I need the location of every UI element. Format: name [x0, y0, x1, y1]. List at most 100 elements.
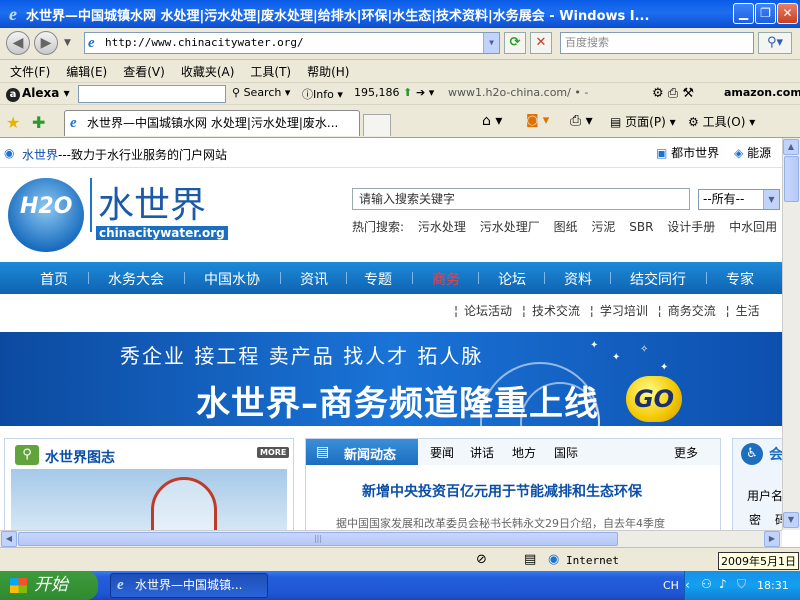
menu-file[interactable]: 文件(F) [10, 63, 50, 80]
alexa-related-button[interactable]: ➔ ▾ [416, 86, 434, 99]
menu-favorites[interactable]: 收藏夹(A) [181, 63, 235, 80]
subnav-item[interactable]: 生活 [736, 304, 760, 318]
start-button[interactable]: 开始 [0, 571, 98, 600]
news-headline[interactable]: 新增中央投资百亿元用于节能减排和生态环保 [362, 481, 642, 501]
add-favorite-icon[interactable]: ✚ [32, 113, 45, 132]
alexa-brand[interactable]: a Alexa ▾ [6, 86, 70, 102]
maximize-button[interactable]: ❐ [755, 3, 776, 24]
forward-button[interactable]: ▶ [34, 31, 58, 55]
menu-tools[interactable]: 工具(T) [250, 63, 291, 80]
subnav-item[interactable]: 技术交流 [532, 304, 580, 318]
scroll-right-icon[interactable]: ▶ [764, 531, 780, 547]
menu-edit[interactable]: 编辑(E) [66, 63, 107, 80]
history-dropdown-icon[interactable]: ▼ [64, 38, 71, 48]
alexa-tool-icons[interactable]: ⚙ ⎙ ⚒ [652, 86, 694, 101]
news-tab[interactable]: 国际 [554, 444, 578, 461]
web-search-input[interactable]: 百度搜索 [560, 32, 754, 54]
alexa-related-link[interactable]: www1.h2o-china.com/ • - [448, 86, 588, 99]
hot-term[interactable]: 污水处理厂 [480, 220, 540, 234]
logo-h2o: H2O [20, 194, 73, 219]
security-icon[interactable]: ▤ [524, 552, 536, 567]
hot-term[interactable]: 设计手册 [667, 220, 715, 234]
minimize-button[interactable]: ▁ [733, 3, 754, 24]
nav-network[interactable]: 结交同行 [630, 269, 686, 289]
scroll-left-icon[interactable]: ◀ [1, 531, 17, 547]
nav-topics[interactable]: 专题 [364, 269, 392, 289]
stop-button[interactable]: ✕ [530, 32, 552, 54]
close-button[interactable]: ✕ [777, 3, 798, 24]
top-link-energy[interactable]: ◈ 能源 [734, 144, 771, 161]
tab-active[interactable]: e 水世界—中国城镇水网 水处理|污水处理|废水... [64, 110, 360, 136]
new-tab-button[interactable] [363, 114, 391, 136]
page-menu[interactable]: ▤ 页面(P) ▾ [610, 113, 676, 130]
hot-term[interactable]: SBR [629, 220, 653, 234]
tv-icon: ▣ [656, 146, 668, 160]
alexa-search-button[interactable]: ⚲ Search ▾ [232, 86, 290, 99]
home-icon[interactable]: ⌂ ▾ [482, 113, 502, 129]
alexa-rank-value: 195,186 [354, 86, 400, 99]
nav-resources[interactable]: 资料 [564, 269, 592, 289]
site-brand[interactable]: 水世界 [22, 148, 58, 162]
gallery-magnifier-icon: ⚲ [15, 445, 39, 465]
alexa-search-input[interactable] [78, 85, 226, 103]
favorites-star-icon[interactable]: ★ [6, 113, 20, 132]
hot-term[interactable]: 中水回用 [729, 220, 777, 234]
amazon-link[interactable]: amazon.com. [724, 86, 800, 99]
url-dropdown-icon[interactable]: ▼ [483, 33, 499, 53]
nav-home[interactable]: 首页 [40, 269, 68, 289]
alexa-info-button[interactable]: ⓘInfo ▾ [302, 86, 343, 102]
gallery-more-button[interactable]: MORE [257, 447, 290, 458]
print-button-icon[interactable]: ⎙ ▾ [570, 113, 593, 129]
subnav-item[interactable]: 论坛活动 [464, 304, 512, 318]
subnav-item[interactable]: 学习培训 [600, 304, 648, 318]
back-button[interactable]: ◀ [6, 31, 30, 55]
volume-icon[interactable]: ♪ [719, 577, 727, 591]
security-shield-icon[interactable]: ⛉ [737, 577, 746, 592]
news-tab[interactable]: 要闻 [430, 444, 454, 461]
feeds-icon[interactable]: ◙ ▾ [526, 113, 549, 128]
hot-term[interactable]: 污水处理 [418, 220, 466, 234]
search-button[interactable]: ⚲▾ [758, 32, 792, 54]
nav-water-conference[interactable]: 水务大会 [108, 269, 164, 289]
clock[interactable]: 18:31 [757, 579, 789, 592]
alexa-rank[interactable]: 195,186 ⬆ [354, 86, 412, 99]
nav-experts[interactable]: 专家 [726, 269, 754, 289]
taskbar-window-label: 水世界—中国城镇... [135, 578, 243, 592]
subnav-item[interactable]: 商务交流 [668, 304, 716, 318]
scroll-up-icon[interactable]: ▲ [783, 139, 799, 155]
news-tab[interactable]: 讲话 [470, 444, 494, 461]
vertical-scrollbar[interactable]: ▲ ▼ [782, 138, 800, 530]
taskbar-window-button[interactable]: e 水世界—中国城镇... [110, 573, 268, 598]
page-favicon-icon: e [88, 35, 95, 51]
nav-business[interactable]: 商务 [432, 269, 460, 289]
language-indicator[interactable]: CH [663, 579, 679, 592]
tools-menu[interactable]: ⚙ 工具(O) ▾ [688, 113, 755, 130]
nav-news[interactable]: 资讯 [300, 269, 328, 289]
scroll-down-icon[interactable]: ▼ [783, 512, 799, 528]
site-logo[interactable]: H2O 水世界 chinacitywater.org [8, 178, 228, 258]
url-input[interactable]: e http://www.chinacitywater.org/ ▼ [84, 32, 500, 54]
news-tab[interactable]: 地方 [512, 444, 536, 461]
tray-expand-icon[interactable]: ‹ [685, 578, 690, 592]
banner-go-button[interactable]: GO [626, 376, 682, 422]
top-link-city[interactable]: ▣ 都市世界 [656, 144, 719, 161]
nav-forum[interactable]: 论坛 [498, 269, 526, 289]
menu-help[interactable]: 帮助(H) [307, 63, 349, 80]
popup-blocker-icon[interactable]: ⊘ [476, 552, 487, 567]
menu-view[interactable]: 查看(V) [123, 63, 165, 80]
horizontal-scroll-thumb[interactable]: ||| [18, 532, 618, 546]
site-search-input[interactable]: 请输入搜索关键字 [352, 188, 690, 210]
banner-slogan: 秀企业 接工程 卖产品 找人才 拓人脉 [120, 344, 484, 368]
search-scope-select[interactable]: --所有-- ▼ [698, 189, 780, 210]
gallery-image[interactable] [11, 469, 287, 530]
web-page: ◉ 水世界---致力于水行业服务的门户网站 ▣ 都市世界 ◈ 能源 H2O 水世… [0, 138, 782, 530]
refresh-button[interactable]: ⟳ [504, 32, 526, 54]
hot-term[interactable]: 污泥 [591, 220, 615, 234]
hot-term[interactable]: 图纸 [554, 220, 578, 234]
network-icon[interactable]: ⚇ [701, 577, 712, 591]
vertical-scroll-thumb[interactable] [784, 156, 799, 202]
nav-china-water-association[interactable]: 中国水协 [204, 269, 260, 289]
horizontal-scrollbar[interactable]: ◀ ||| ▶ [0, 530, 782, 547]
news-more-link[interactable]: 更多 [674, 444, 698, 461]
business-banner[interactable]: ✦ ✦ ✧ ✦ 秀企业 接工程 卖产品 找人才 拓人脉 水世界–商务频道隆重上线… [0, 332, 782, 426]
